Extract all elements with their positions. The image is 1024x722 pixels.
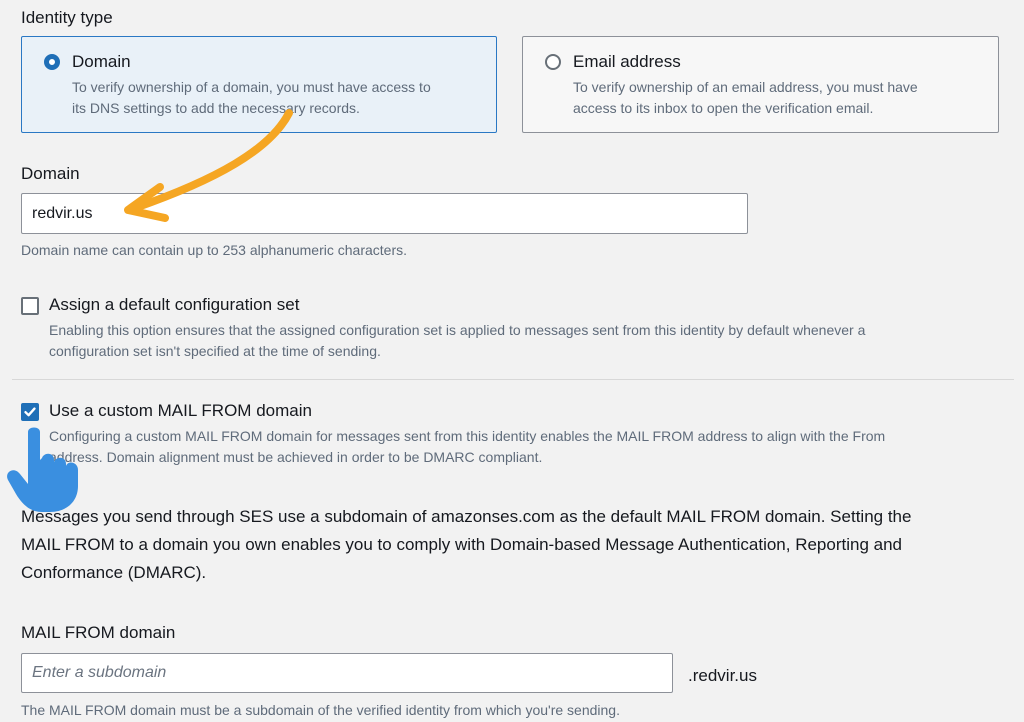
curved-arrow-annotation (124, 109, 293, 222)
pointer-hand-icon (7, 427, 79, 512)
